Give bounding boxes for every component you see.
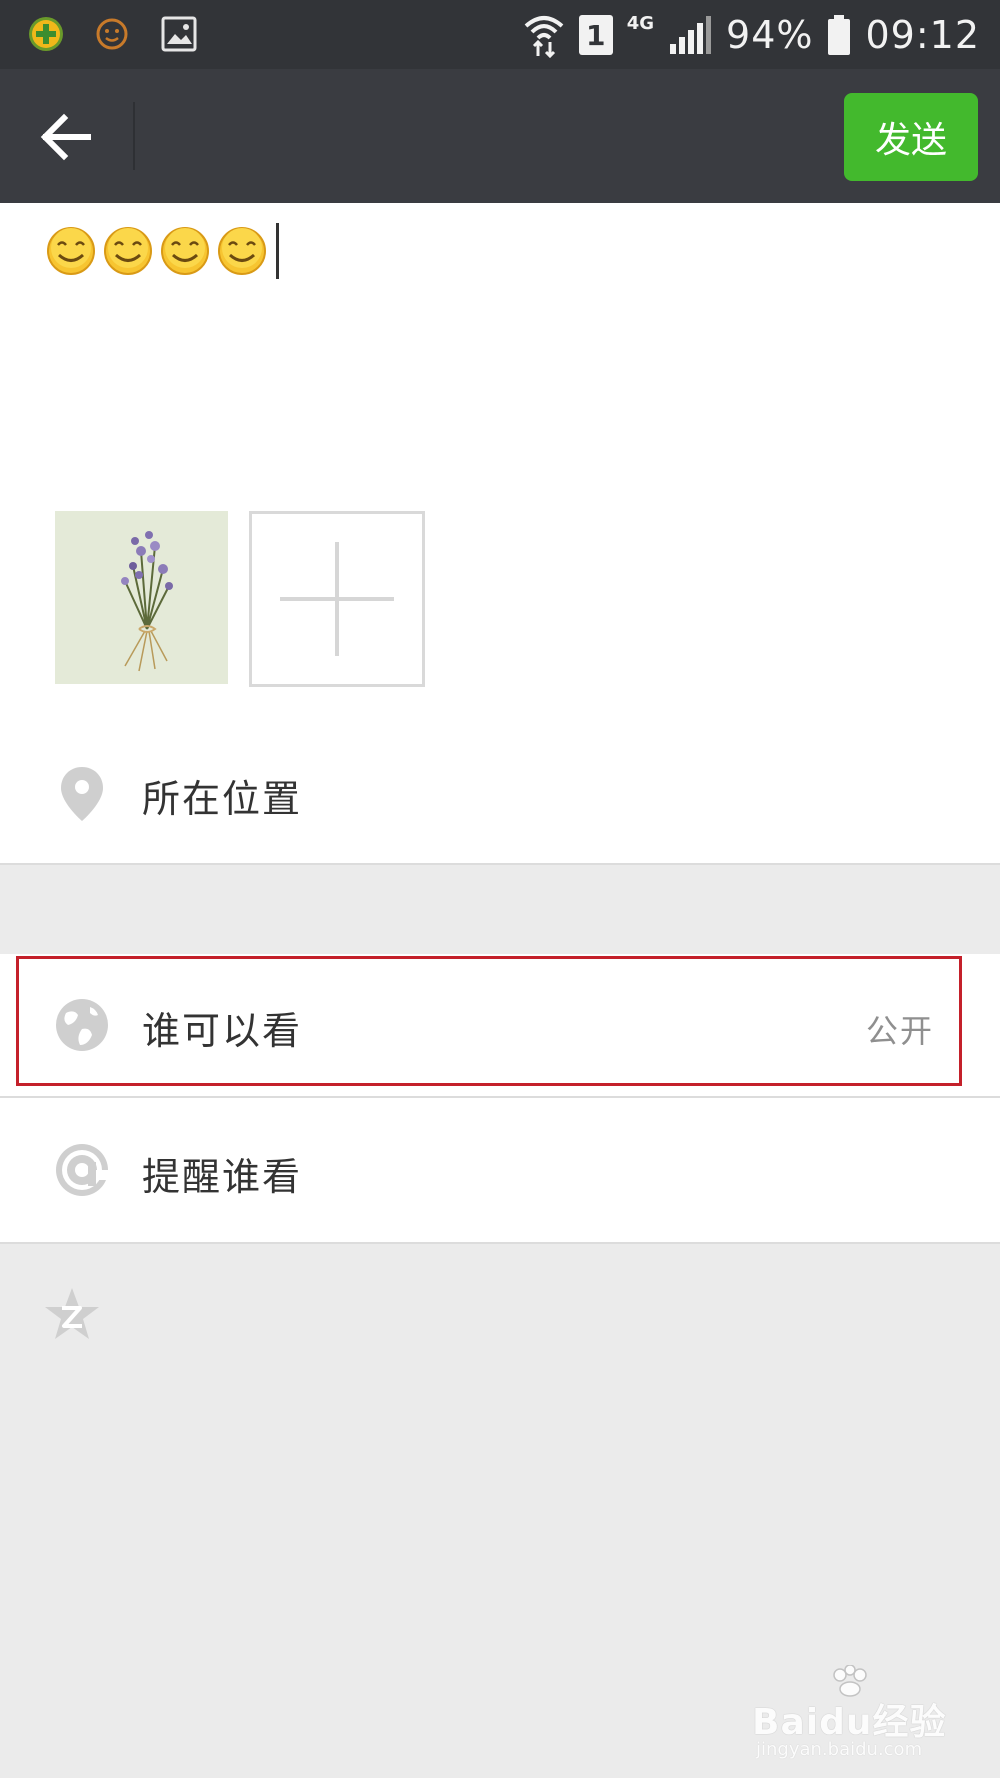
gallery-icon bbox=[161, 16, 197, 52]
back-arrow-icon[interactable] bbox=[36, 106, 98, 168]
visibility-row[interactable]: 谁可以看 公开 bbox=[0, 954, 1000, 1096]
signal-icon bbox=[670, 16, 712, 54]
post-text-input[interactable] bbox=[46, 223, 279, 279]
smile-emoji bbox=[104, 227, 152, 275]
location-label[interactable]: 所在位置 bbox=[142, 768, 302, 823]
network-type-label: 4G bbox=[626, 12, 655, 34]
title-divider bbox=[133, 102, 135, 170]
baidu-watermark: Baidu经验 jingyan.baidu.com bbox=[752, 1665, 952, 1765]
battery-percent: 94% bbox=[726, 13, 814, 57]
location-pin-icon bbox=[61, 767, 103, 821]
smile-emoji bbox=[161, 227, 209, 275]
qzone-star-icon[interactable] bbox=[44, 1286, 100, 1342]
compose-area[interactable]: 所在位置 bbox=[0, 203, 1000, 865]
divider bbox=[0, 863, 1000, 865]
battery-icon bbox=[828, 15, 851, 55]
sim-slot-label: 1 bbox=[585, 18, 606, 52]
visibility-label: 谁可以看 bbox=[142, 1009, 303, 1053]
watermark-text: Baidu经验 bbox=[752, 1702, 947, 1743]
watermark-url: jingyan.baidu.com bbox=[756, 1739, 923, 1760]
smile-emoji bbox=[218, 227, 266, 275]
globe-icon bbox=[56, 999, 108, 1051]
add-photo-button[interactable] bbox=[249, 511, 425, 687]
emoji-notification-icon bbox=[96, 18, 128, 50]
send-button[interactable]: 发送 bbox=[844, 93, 978, 181]
clock: 09:12 bbox=[865, 13, 980, 57]
smile-emoji bbox=[47, 227, 95, 275]
title-bar: 发送 bbox=[0, 69, 1000, 203]
at-sign-icon bbox=[56, 1144, 110, 1196]
sim-icon: 1 bbox=[578, 15, 613, 55]
mention-label: 提醒谁看 bbox=[142, 1155, 303, 1199]
plus-app-icon bbox=[29, 17, 63, 51]
wifi-icon bbox=[524, 16, 564, 58]
text-cursor bbox=[276, 223, 279, 279]
mention-row[interactable]: 提醒谁看 bbox=[0, 1098, 1000, 1242]
status-bar: 1 4G 94% 09:12 bbox=[0, 0, 1000, 69]
divider bbox=[0, 1242, 1000, 1244]
flower-bouquet-photo[interactable] bbox=[55, 511, 228, 684]
visibility-value: 公开 bbox=[865, 1012, 934, 1050]
